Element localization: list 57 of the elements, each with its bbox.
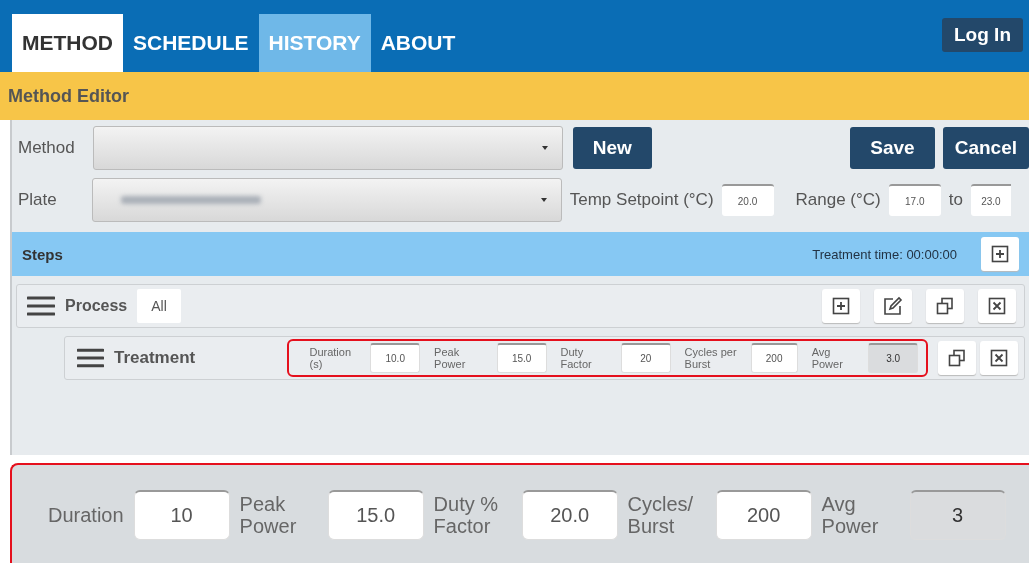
input-field[interactable]: 10 bbox=[133, 490, 230, 540]
input-field[interactable]: 17.0 bbox=[888, 184, 941, 216]
duplicate-icon bbox=[948, 349, 966, 367]
icon-button[interactable] bbox=[874, 289, 912, 323]
field-label: Duty % Factor bbox=[433, 493, 500, 537]
add-icon bbox=[991, 245, 1009, 263]
icon-button[interactable] bbox=[978, 289, 1016, 323]
input-field[interactable]: 20.0 bbox=[721, 184, 774, 216]
menu-icon bbox=[27, 295, 55, 317]
input-field[interactable]: 15.0 bbox=[327, 490, 424, 540]
field-label: Cycles per Burst bbox=[684, 345, 738, 371]
menu-icon bbox=[77, 347, 104, 369]
icon-button[interactable] bbox=[981, 237, 1019, 271]
new-button[interactable]: New bbox=[572, 127, 652, 169]
icon-button[interactable] bbox=[980, 341, 1018, 375]
steps-title: Steps bbox=[22, 245, 63, 263]
field-label: Duration bbox=[48, 504, 124, 526]
icon-button[interactable] bbox=[822, 289, 860, 323]
field-label: Duty Factor bbox=[560, 345, 593, 371]
field-label: Peak Power bbox=[239, 493, 298, 537]
process-label: Process bbox=[65, 297, 128, 315]
field-label: Method bbox=[18, 138, 75, 158]
tab[interactable]: SCHEDULE bbox=[123, 14, 259, 72]
close-icon bbox=[988, 297, 1006, 315]
field-label: Cycles/ Burst bbox=[627, 493, 695, 537]
input-field[interactable]: 20 bbox=[620, 343, 671, 373]
icon-button[interactable] bbox=[938, 341, 976, 375]
tab[interactable]: METHOD bbox=[12, 14, 123, 72]
input-field[interactable]: 23.0 bbox=[970, 184, 1011, 216]
field-label: Temp Setpoint (°C) bbox=[569, 190, 714, 210]
login-button[interactable]: Log In bbox=[942, 18, 1023, 52]
tab[interactable]: ABOUT bbox=[370, 14, 466, 72]
icon-button[interactable] bbox=[926, 289, 964, 323]
add-icon bbox=[832, 297, 850, 315]
filter-button[interactable]: All bbox=[137, 289, 181, 323]
field-label: Avg Power bbox=[821, 493, 880, 537]
save-button[interactable]: Save bbox=[850, 127, 935, 169]
field-label: to bbox=[948, 190, 963, 210]
close-icon bbox=[990, 349, 1008, 367]
treatment-label: Treatment bbox=[113, 348, 197, 368]
input-field[interactable]: 200 bbox=[750, 343, 798, 373]
section-header: Method Editor bbox=[0, 72, 1029, 120]
field-label: Avg Power bbox=[811, 345, 844, 371]
treatment-time: Treatment time: 00:00:00 bbox=[812, 246, 957, 262]
field-label: Peak Power bbox=[434, 345, 467, 371]
field-label: Range (°C) bbox=[795, 190, 881, 210]
input-field[interactable]: 20.0 bbox=[521, 490, 618, 540]
field-label: Plate bbox=[18, 190, 57, 210]
input-field[interactable]: 200 bbox=[715, 490, 812, 540]
field-label: Duration (s) bbox=[309, 345, 353, 371]
caret-icon bbox=[541, 146, 548, 150]
input-field[interactable]: 10.0 bbox=[370, 343, 421, 373]
duplicate-icon bbox=[936, 297, 954, 315]
edit-icon bbox=[883, 296, 903, 316]
cancel-button[interactable]: Cancel bbox=[942, 127, 1029, 169]
input-field[interactable]: 15.0 bbox=[496, 343, 547, 373]
caret-icon bbox=[540, 198, 547, 202]
